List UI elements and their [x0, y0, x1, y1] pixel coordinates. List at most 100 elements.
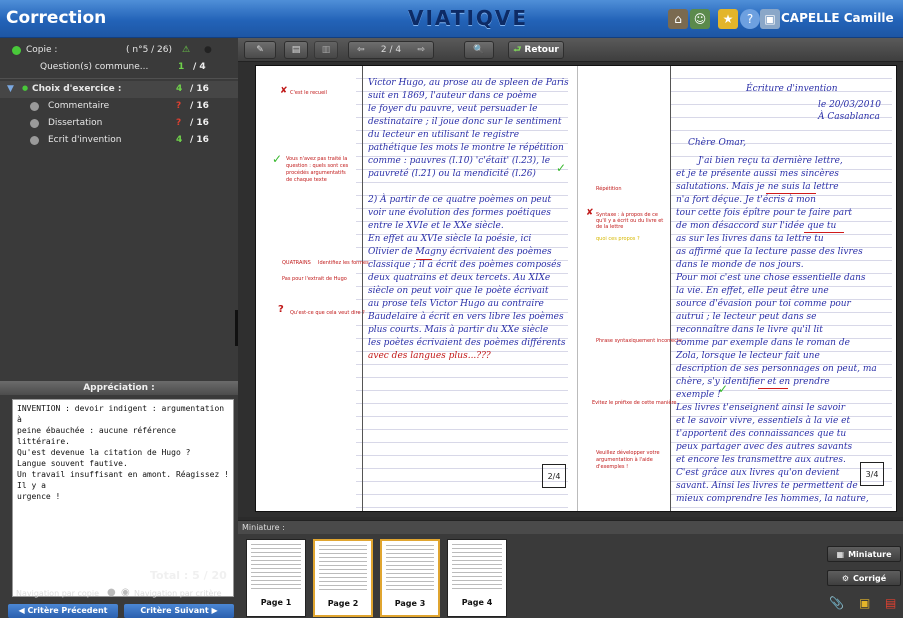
handwritten-line: et encore les transmettre aux autres.	[676, 455, 846, 465]
handwritten-line: Baudelaire à écrit en vers libre les poè…	[368, 312, 564, 322]
handwritten-line: as sur les livres dans ta lettre tu	[676, 234, 824, 244]
arrow-right-icon: ▶	[208, 606, 218, 615]
criterion-max: / 16	[190, 118, 209, 128]
red-underline	[416, 259, 432, 260]
thumbnail-page[interactable]: Page 1	[246, 539, 306, 617]
user-name[interactable]: CAPELLE Camille	[781, 11, 894, 25]
thumbnail-preview	[386, 545, 434, 593]
eraser-icon[interactable]: ✎	[244, 41, 276, 59]
handwritten-line: mieux comprendre les hommes, la nature,	[676, 494, 869, 504]
circle-icon[interactable]: ●	[204, 45, 212, 55]
thumbnail-preview	[452, 544, 502, 592]
copie-number: ( n°5 / 26)	[126, 45, 173, 55]
nav-critere-radio[interactable]: ◉	[121, 587, 130, 598]
miniature-header: Miniature :	[238, 520, 903, 534]
appreciation-header[interactable]: Appréciation :	[0, 381, 238, 395]
criterion-dot-icon	[30, 136, 39, 145]
attachment-icon[interactable]: 📎	[829, 596, 844, 610]
choix-max: / 16	[190, 84, 209, 94]
handwritten-line: tour cette fois épître pour te faire par…	[676, 208, 853, 218]
next-criterion-button[interactable]: Critère Suivant ▶	[124, 604, 234, 618]
print-icon[interactable]: ▥	[314, 41, 338, 59]
handwritten-line: du lecteur en utilisant le registre	[368, 130, 520, 140]
thumbnail-page[interactable]: Page 3	[380, 539, 440, 617]
help-icon[interactable]: ?	[740, 9, 760, 29]
thumbnail-preview	[319, 545, 367, 593]
nav-critere-label: Navigation par critère	[134, 589, 222, 598]
criterion-item[interactable]: Ecrit d'invention 4 / 16	[0, 132, 238, 149]
total-score: Total : 5 / 20	[150, 569, 227, 582]
handwritten-line: chère, s'y identifier et en prendre	[676, 377, 830, 387]
criterion-item[interactable]: Commentaire ? / 16	[0, 98, 238, 115]
pager: ⇦ 2 / 4 ⇨	[348, 41, 434, 59]
zoom-icon[interactable]: 🔍	[464, 41, 494, 59]
page-number-box: 2/4	[542, 464, 566, 488]
handwritten-line: n'a fort déçue. Je t'écris à mon	[676, 195, 816, 205]
flag-icon[interactable]: ⚠	[182, 45, 190, 55]
nav-copie-radio[interactable]: ●	[107, 587, 116, 598]
retour-button[interactable]: ⮐ Retour	[508, 41, 564, 59]
corrige-button[interactable]: ⚙ Corrigé	[827, 570, 901, 586]
handwritten-line: les poètes écrivaient des poèmes différe…	[368, 338, 566, 348]
handwritten-line: destinataire ; il joue donc sur le senti…	[368, 117, 562, 127]
profile-icon[interactable]: ▣	[760, 9, 780, 29]
thumbnail-page[interactable]: Page 4	[447, 539, 507, 617]
annotation: Veuillez développer votre argumentation …	[596, 450, 660, 470]
red-underline	[758, 388, 788, 389]
previous-page-icon[interactable]: ⇦	[357, 45, 365, 55]
expand-triangle-icon[interactable]: ▼	[7, 84, 14, 94]
check-mark-icon: ✓	[272, 152, 283, 166]
handwritten-line: le foyer du pauvre, veut persuader le	[368, 104, 538, 114]
copie-label: Copie :	[26, 45, 58, 55]
miniature-button[interactable]: ▦ Miniature	[827, 546, 901, 562]
users-icon[interactable]: ☺	[690, 9, 710, 29]
document-viewer: ✘ C'est le recueil ✓ Vous n'avez pas tra…	[238, 62, 903, 517]
handwritten-line: Olivier de Magny écrivaient des poèmes	[368, 247, 552, 257]
annotation: Phrase syntaxiquement incorrecte	[596, 338, 682, 344]
next-page-icon[interactable]: ⇨	[417, 45, 425, 55]
criterion-score: ?	[176, 118, 182, 128]
handwritten-line: peux partager avec des autres savants	[676, 442, 853, 452]
navigation-mode: Navigation par copie ● ◉ Navigation par …	[0, 587, 238, 603]
handwritten-line: et je te présente aussi mes sincères	[676, 169, 839, 179]
choix-score: 4	[176, 84, 183, 94]
handwritten-line: de mon désaccord sur l'idée que tu	[676, 221, 837, 231]
copie-row[interactable]: Copie : ( n°5 / 26) ⚠ ●	[0, 42, 238, 59]
handwritten-line: Zola, lorsque le lecteur fait une	[676, 351, 820, 361]
pdf-icon[interactable]: ▤	[885, 596, 896, 610]
home-icon[interactable]: ⌂	[668, 9, 688, 29]
save-icon[interactable]: ▤	[284, 41, 308, 59]
scanned-copy[interactable]: ✘ C'est le recueil ✓ Vous n'avez pas tra…	[255, 65, 897, 512]
question-mark-icon: ?	[278, 304, 284, 315]
side-buttons: ▦ Miniature ⚙ Corrigé 📎 ▣ ▤	[819, 534, 903, 618]
handwritten-line: En effet au XVIe siècle la poésie, ici	[368, 234, 532, 244]
handwritten-line: exemple !	[676, 390, 721, 400]
check-mark-icon: ✓	[718, 382, 729, 396]
choix-row[interactable]: ▼ ● Choix d'exercice : 4 / 16	[0, 81, 238, 98]
handwritten-line: et le savoir vivre, essentiels à la vie …	[676, 416, 851, 426]
handwritten-line: autrui ; le lecteur peut dans se	[676, 312, 817, 322]
criterion-max: / 16	[190, 135, 209, 145]
left-panel: Copie : ( n°5 / 26) ⚠ ● Question(s) comm…	[0, 38, 238, 618]
question-row[interactable]: Question(s) commune... 1 / 4	[0, 59, 238, 76]
margin-line	[670, 66, 671, 511]
error-mark-icon: ✘	[280, 86, 288, 96]
choix-label: Choix d'exercice :	[32, 84, 122, 94]
appreciation-textarea[interactable]: INVENTION : devoir indigent : argumentat…	[12, 399, 234, 597]
miniature-title: Miniature :	[242, 523, 285, 532]
criterion-dot-icon	[30, 119, 39, 128]
handwritten-line: À Casablanca	[818, 112, 880, 122]
criterion-max: / 16	[190, 101, 209, 111]
red-underline	[766, 193, 816, 194]
folder-icon[interactable]: ▣	[859, 596, 870, 610]
handwritten-line: Chère Omar,	[688, 138, 746, 148]
criterion-label: Ecrit d'invention	[48, 135, 122, 145]
criterion-item[interactable]: Dissertation ? / 16	[0, 115, 238, 132]
thumbnail-label: Page 2	[327, 599, 359, 608]
navigation-buttons: ◀ Critère Précedent Critère Suivant ▶	[0, 604, 238, 618]
corrige-icon: ⚙	[841, 573, 849, 583]
thumbnail-page[interactable]: Page 2	[313, 539, 373, 617]
star-icon[interactable]: ★	[718, 9, 738, 29]
handwritten-line: Victor Hugo, au prose au de spleen de Pa…	[368, 78, 569, 88]
previous-criterion-button[interactable]: ◀ Critère Précedent	[8, 604, 118, 618]
